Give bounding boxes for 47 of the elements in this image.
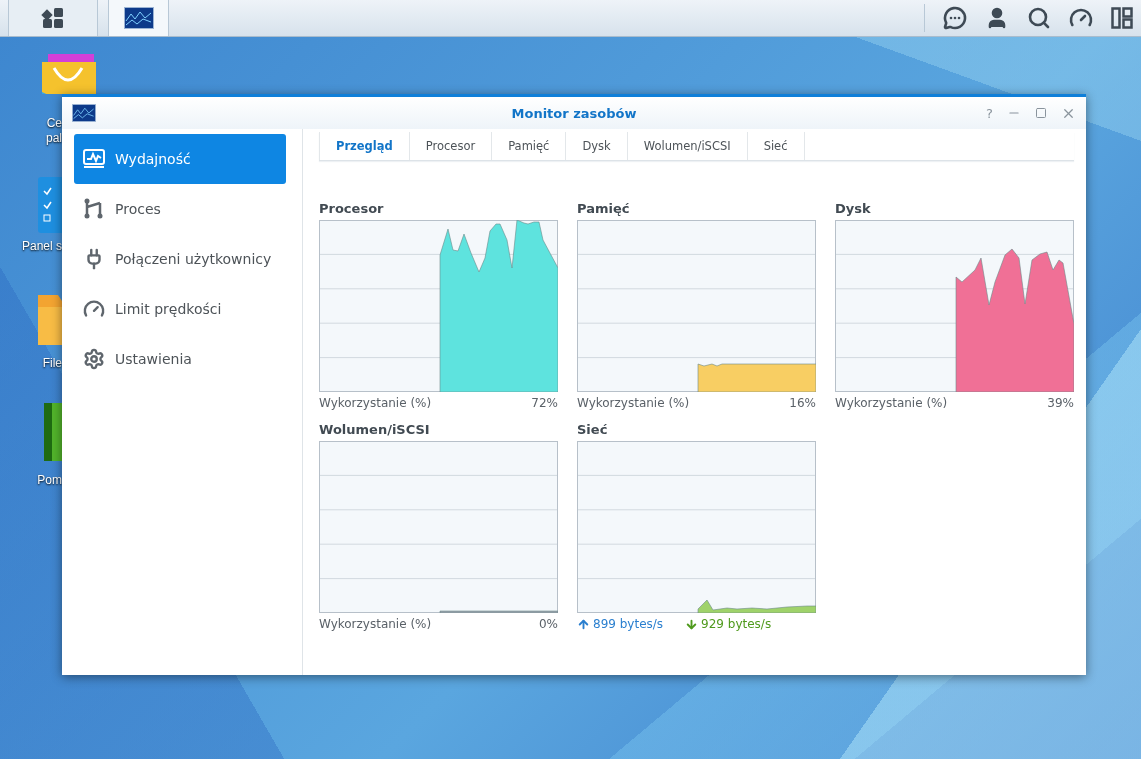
usage-value: 39%: [1047, 396, 1074, 410]
usage-label: Wykorzystanie (%): [835, 396, 948, 410]
desktop-icon-label: File: [42, 356, 62, 371]
tab[interactable]: Sieć: [747, 132, 805, 160]
sidebar-item[interactable]: Limit prędkości: [74, 284, 286, 334]
usage-label: Wykorzystanie (%): [577, 396, 690, 410]
chart-title: Procesor: [319, 201, 385, 218]
window-title: Monitor zasobów: [511, 105, 637, 121]
tab[interactable]: Dysk: [566, 132, 628, 160]
upload-arrow-icon: [577, 617, 590, 631]
chat-icon[interactable]: [943, 6, 967, 30]
tab[interactable]: Procesor: [409, 132, 493, 160]
monitor-chart-icon: [123, 6, 154, 30]
desktop-icon-label: Ce pal: [46, 116, 62, 146]
monitor-chart-icon: [72, 104, 96, 122]
chart-title: Dysk: [835, 201, 872, 218]
maximize-icon[interactable]: [1035, 107, 1047, 119]
download-arrow-icon: [685, 617, 699, 631]
main-menu-button[interactable]: [8, 0, 98, 36]
desktop-icon-label: Pom: [37, 473, 62, 488]
sidebar-item[interactable]: Ustawienia: [74, 334, 286, 384]
usage-value: 0%: [538, 617, 558, 631]
download-rate: 929 bytes/s: [685, 617, 772, 631]
desktop-icon-label: Panel s: [21, 239, 62, 254]
chart-title: Pamięć: [577, 201, 631, 218]
tab[interactable]: Pamięć: [492, 132, 567, 160]
tab[interactable]: Wolumen/iSCSI: [627, 132, 748, 160]
search-icon[interactable]: [1027, 6, 1051, 30]
taskbar-app-button[interactable]: [108, 0, 169, 36]
sidebar-item[interactable]: Wydajność: [74, 134, 286, 184]
checklist-icon[interactable]: [38, 177, 62, 233]
upload-rate: 899 bytes/s: [577, 617, 664, 631]
chart-title: Wolumen/iSCSI: [319, 422, 431, 439]
monitor-wave-icon: [83, 149, 105, 169]
usage-value: 72%: [531, 396, 558, 410]
sidebar-item[interactable]: Proces: [74, 184, 286, 234]
usage-value: 16%: [789, 396, 816, 410]
usage-label: Wykorzystanie (%): [319, 396, 432, 410]
usage-label: Wykorzystanie (%): [319, 617, 432, 631]
sidebar-item[interactable]: Połączeni użytkownicy: [74, 234, 286, 284]
grid-icon: [41, 6, 65, 30]
widgets-icon[interactable]: [1111, 7, 1133, 29]
gauge-icon: [83, 298, 105, 320]
tab[interactable]: Przegląd: [319, 132, 410, 160]
chart-title: Sieć: [577, 422, 609, 439]
settings-icon: [83, 348, 105, 370]
nodes-icon: [83, 198, 105, 220]
